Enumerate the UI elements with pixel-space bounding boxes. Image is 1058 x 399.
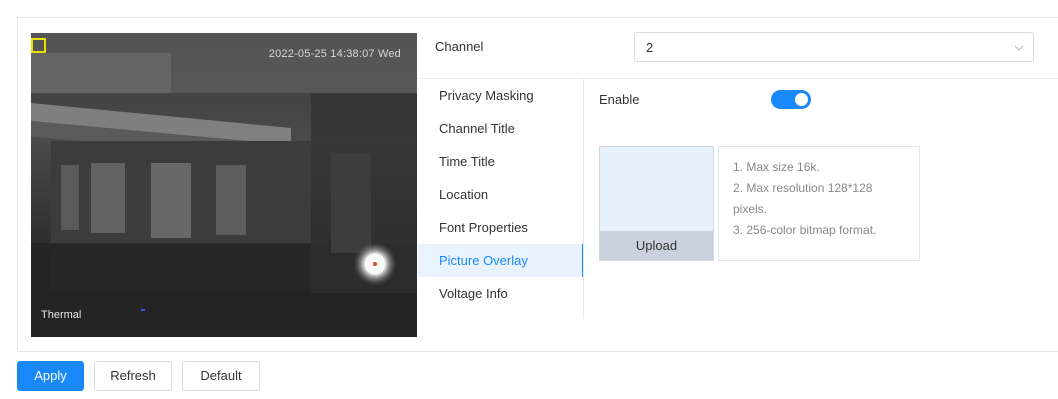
channel-select[interactable]: 2 xyxy=(634,32,1034,62)
menu-item-voltage-info[interactable]: Voltage Info xyxy=(418,277,584,310)
tip-line: pixels. xyxy=(733,202,768,216)
tip-line: 3. 256-color bitmap format. xyxy=(733,223,877,237)
menu-item-time-title[interactable]: Time Title xyxy=(418,145,584,178)
toggle-knob xyxy=(795,93,808,106)
channel-select-value: 2 xyxy=(646,40,654,55)
default-button[interactable]: Default xyxy=(182,361,260,391)
channel-label: Channel xyxy=(435,39,484,54)
roi-marker xyxy=(31,38,46,53)
picture-upload-area[interactable]: Upload xyxy=(599,146,714,261)
osd-timestamp: 2022-05-25 14:38:07 Wed xyxy=(268,48,401,60)
tip-line: 2. Max resolution 128*128 xyxy=(733,181,873,195)
upload-button[interactable]: Upload xyxy=(600,231,713,260)
menu-item-location[interactable]: Location xyxy=(418,178,584,211)
enable-label: Enable xyxy=(599,92,640,107)
enable-toggle[interactable] xyxy=(771,90,811,109)
overlay-menu: Privacy Masking Channel Title Time Title… xyxy=(418,79,584,319)
osd-channel-name: Thermal xyxy=(41,309,82,321)
chevron-down-icon xyxy=(1014,45,1024,51)
apply-button[interactable]: Apply xyxy=(17,361,84,391)
upload-tips: 1. Max size 16k. 2. Max resolution 128*1… xyxy=(718,146,920,261)
menu-item-picture-overlay[interactable]: Picture Overlay xyxy=(418,244,584,277)
video-preview: 2022-05-25 14:38:07 Wed Thermal xyxy=(31,33,417,337)
refresh-button[interactable]: Refresh xyxy=(94,361,172,391)
thermal-image xyxy=(31,33,417,337)
menu-item-privacy-masking[interactable]: Privacy Masking xyxy=(418,79,584,112)
menu-item-channel-title[interactable]: Channel Title xyxy=(418,112,584,145)
menu-item-font-properties[interactable]: Font Properties xyxy=(418,211,584,244)
menu-divider xyxy=(583,79,584,319)
tip-line: 1. Max size 16k. xyxy=(733,160,820,174)
